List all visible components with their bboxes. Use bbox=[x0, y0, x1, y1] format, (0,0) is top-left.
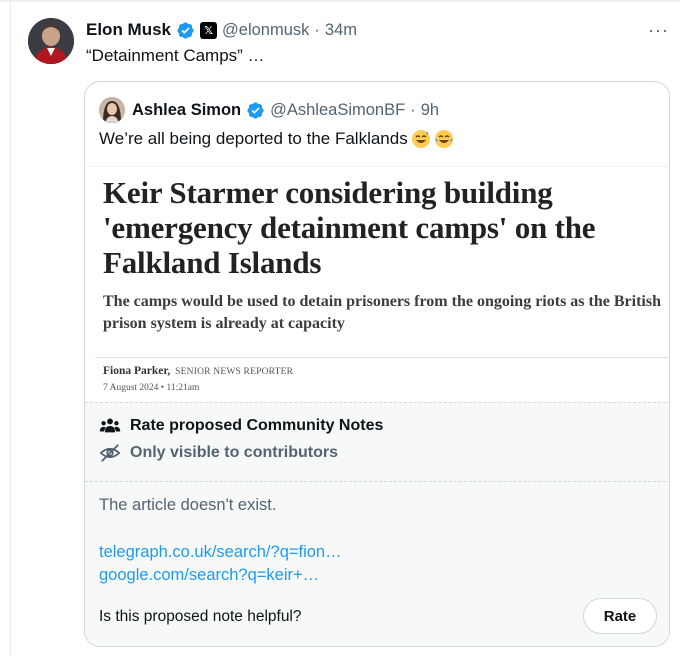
rate-button[interactable]: Rate bbox=[583, 598, 657, 634]
helpful-question: Is this proposed note helpful? bbox=[99, 608, 302, 625]
article-date: 7 August 2024 • 11:21am bbox=[103, 383, 200, 393]
article-byline: Fiona Parker, SENIOR NEWS REPORTER bbox=[103, 365, 293, 377]
author-name[interactable]: Elon Musk bbox=[86, 20, 171, 40]
sweat-smile-emoji-icon bbox=[411, 129, 431, 149]
verified-badge-icon bbox=[176, 21, 195, 40]
quoted-author-avatar bbox=[99, 97, 125, 123]
tweet-time[interactable]: 34m bbox=[325, 21, 357, 40]
thread-divider bbox=[10, 0, 11, 656]
tweet-container: Elon Musk 𝕏 @elonmusk · 34m ··· “Detainm… bbox=[0, 0, 680, 656]
quoted-author-handle: @AshleaSimonBF bbox=[270, 100, 406, 119]
article-author: Fiona Parker, bbox=[103, 365, 171, 377]
time-separator: · bbox=[314, 20, 320, 39]
quoted-tweet-text-row: We’re all being deported to the Falkland… bbox=[99, 129, 454, 149]
quoted-verified-badge-icon bbox=[246, 101, 265, 120]
quoted-tweet-text: We’re all being deported to the Falkland… bbox=[99, 129, 408, 148]
eye-slash-icon bbox=[99, 442, 121, 464]
community-notes-header: Rate proposed Community Notes Only visib… bbox=[85, 402, 669, 482]
proposed-note: The article doesn't exist. telegraph.co.… bbox=[85, 482, 669, 646]
article-screenshot: Keir Starmer considering building 'emerg… bbox=[85, 166, 669, 403]
author-handle[interactable]: @elonmusk bbox=[222, 21, 309, 40]
quoted-author-name: Ashlea Simon bbox=[132, 100, 242, 119]
note-link-google[interactable]: google.com/search?q=keir+… bbox=[99, 566, 319, 585]
people-icon bbox=[99, 415, 121, 437]
article-author-role: SENIOR NEWS REPORTER bbox=[175, 367, 294, 377]
note-text: The article doesn't exist. bbox=[99, 496, 277, 514]
visibility-text: Only visible to contributors bbox=[130, 444, 339, 461]
more-options-icon[interactable]: ··· bbox=[648, 20, 669, 41]
article-divider bbox=[95, 357, 669, 358]
quoted-tweet-time: 9h bbox=[420, 100, 440, 119]
quoted-time-separator: · bbox=[410, 100, 416, 119]
note-link-telegraph[interactable]: telegraph.co.uk/search/?q=fion… bbox=[99, 543, 342, 562]
top-divider bbox=[0, 0, 680, 2]
author-avatar[interactable] bbox=[28, 18, 74, 64]
quoted-tweet-card[interactable]: Ashlea Simon @AshleaSimonBF · 9h We’re a… bbox=[84, 81, 670, 647]
tweet-header: Elon Musk 𝕏 @elonmusk · 34m bbox=[86, 18, 357, 42]
rate-notes-title: Rate proposed Community Notes bbox=[130, 417, 384, 434]
rate-notes-row[interactable]: Rate proposed Community Notes bbox=[99, 415, 383, 437]
x-affiliate-badge-icon: 𝕏 bbox=[200, 21, 218, 39]
tears-of-joy-emoji-icon bbox=[434, 129, 454, 149]
article-subheadline: The camps would be used to detain prison… bbox=[103, 293, 661, 332]
quoted-tweet-header: Ashlea Simon @AshleaSimonBF · 9h bbox=[99, 97, 440, 123]
article-headline: Keir Starmer considering building 'emerg… bbox=[103, 175, 596, 280]
tweet-text: “Detainment Camps” … bbox=[86, 46, 265, 65]
visibility-row: Only visible to contributors bbox=[99, 442, 338, 464]
